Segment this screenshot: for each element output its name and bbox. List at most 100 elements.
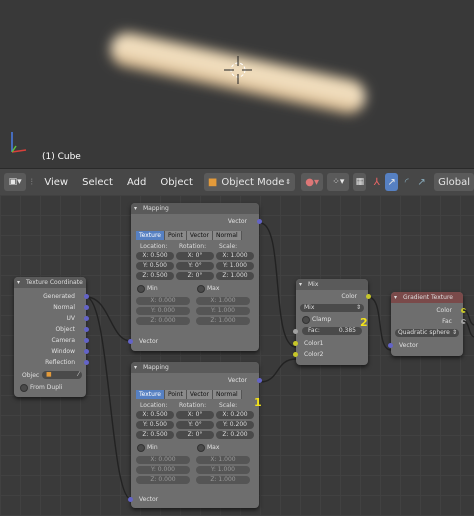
tab-point[interactable]: Point (164, 390, 187, 399)
rotation-x-field[interactable]: X: 0° (176, 252, 214, 260)
mix-node[interactable]: Mix Color Mix ⇕ Clamp Fac: 0.385 Color1 … (293, 279, 371, 365)
normal-output-socket[interactable] (84, 305, 89, 310)
mapping-node-2[interactable]: Mapping Vector Texture Point Vector Norm… (128, 362, 262, 508)
color1-input-socket[interactable] (293, 341, 298, 346)
location-y-field[interactable]: Y: 0.500 (136, 262, 174, 270)
fac-output-socket[interactable] (461, 319, 466, 324)
min-y-field[interactable]: Y: 0.000 (136, 466, 190, 474)
color-output-socket[interactable] (461, 308, 466, 313)
location-header: Location: (140, 402, 168, 409)
min-x-field[interactable]: X: 0.000 (136, 297, 190, 305)
vector-output-socket[interactable] (257, 378, 262, 383)
location-z-field[interactable]: Z: 0.500 (136, 431, 174, 439)
vector-input-socket[interactable] (128, 497, 133, 502)
tab-texture[interactable]: Texture (136, 390, 165, 399)
camera-output-socket[interactable] (84, 338, 89, 343)
manipulator-button[interactable]: ⅄ (370, 173, 383, 191)
scale-x-field[interactable]: X: 1.000 (216, 252, 254, 260)
mode-selector[interactable]: ■ Object Mode ⇕ (203, 173, 296, 191)
min-z-field[interactable]: Z: 0.000 (136, 476, 190, 484)
min-y-field[interactable]: Y: 0.000 (136, 307, 190, 315)
min-checkbox[interactable] (137, 444, 145, 452)
scale-button[interactable]: ↗ (415, 173, 428, 191)
reflection-output-socket[interactable] (84, 360, 89, 365)
mix-node-title[interactable]: Mix (296, 279, 368, 290)
mapping-node-title[interactable]: Mapping (131, 203, 259, 214)
vector-input-socket[interactable] (388, 343, 393, 348)
max-z-field[interactable]: Z: 1.000 (196, 317, 250, 325)
vector-type-tabs: Texture Point Vector Normal (136, 390, 242, 399)
menu-view[interactable]: View (37, 177, 75, 188)
3d-viewport[interactable]: (1) Cube (0, 0, 474, 168)
rotation-z-field[interactable]: Z: 0° (176, 431, 214, 439)
gradient-type-label: Quadratic sphere (398, 329, 450, 336)
max-z-field[interactable]: Z: 1.000 (196, 476, 250, 484)
location-y-field[interactable]: Y: 0.500 (136, 421, 174, 429)
gradient-texture-node[interactable]: Gradient Texture Color Fac Quadratic sph… (388, 292, 466, 356)
texture-coordinate-node[interactable]: Texture Coordinate Generated Normal UV O… (14, 277, 89, 397)
max-checkbox[interactable] (197, 285, 205, 293)
viewport-shading-button[interactable]: ●▾ (301, 173, 324, 191)
tab-normal[interactable]: Normal (213, 231, 242, 240)
eyedropper-icon[interactable]: ⁄ (78, 371, 79, 379)
mapping-node-title[interactable]: Mapping (131, 362, 259, 373)
min-z-field[interactable]: Z: 0.000 (136, 317, 190, 325)
menu-add[interactable]: Add (120, 177, 153, 188)
mapping-node-1[interactable]: Mapping Vector Texture Point Vector Norm… (128, 203, 262, 351)
camera-output-label: Camera (51, 337, 75, 344)
color1-label: Color1 (304, 340, 324, 347)
max-x-field[interactable]: X: 1.000 (196, 297, 250, 305)
color-output-socket[interactable] (366, 294, 371, 299)
vector-output-socket[interactable] (257, 219, 262, 224)
orientation-selector[interactable]: Global (434, 173, 474, 191)
location-x-field[interactable]: X: 0.500 (136, 411, 174, 419)
tab-point[interactable]: Point (164, 231, 187, 240)
tab-vector[interactable]: Vector (186, 390, 213, 399)
rotate-button[interactable]: ◜ (400, 173, 413, 191)
max-y-field[interactable]: Y: 1.000 (196, 466, 250, 474)
from-dupli-checkbox[interactable] (20, 384, 28, 392)
translate-button[interactable]: ↗ (385, 173, 399, 191)
gradient-type-select[interactable]: Quadratic sphere ⇕ (395, 329, 459, 337)
object-output-socket[interactable] (84, 327, 89, 332)
vector-input-socket[interactable] (128, 339, 133, 344)
texcoord-node-title[interactable]: Texture Coordinate (14, 277, 86, 288)
menu-object[interactable]: Object (153, 177, 200, 188)
min-x-field[interactable]: X: 0.000 (136, 456, 190, 464)
window-output-socket[interactable] (84, 349, 89, 354)
rotation-z-field[interactable]: Z: 0° (176, 272, 214, 280)
tab-texture[interactable]: Texture (136, 231, 165, 240)
rotation-header: Rotation: (179, 402, 207, 409)
fac-slider[interactable]: Fac: 0.385 (302, 327, 362, 335)
tab-vector[interactable]: Vector (186, 231, 213, 240)
fac-label: Fac: (308, 327, 320, 334)
location-z-field[interactable]: Z: 0.500 (136, 272, 174, 280)
object-picker-field[interactable]: ■ ⁄ (42, 371, 82, 379)
editor-type-button[interactable]: ▣▾ (4, 173, 27, 191)
scale-z-field[interactable]: Z: 1.000 (216, 272, 254, 280)
rotation-y-field[interactable]: Y: 0° (176, 421, 214, 429)
scale-z-field[interactable]: Z: 0.200 (216, 431, 254, 439)
rotation-x-field[interactable]: X: 0° (176, 411, 214, 419)
menu-select[interactable]: Select (75, 177, 120, 188)
pivot-button[interactable]: ⁘▾ (327, 173, 350, 191)
layers-button[interactable]: ▦ (353, 173, 367, 191)
clamp-checkbox[interactable] (302, 316, 310, 324)
location-x-field[interactable]: X: 0.500 (136, 252, 174, 260)
scale-x-field[interactable]: X: 0.200 (216, 411, 254, 419)
rotation-y-field[interactable]: Y: 0° (176, 262, 214, 270)
min-checkbox[interactable] (137, 285, 145, 293)
generated-output-socket[interactable] (84, 294, 89, 299)
scale-y-field[interactable]: Y: 1.000 (216, 262, 254, 270)
fac-input-socket[interactable] (293, 329, 298, 334)
max-checkbox[interactable] (197, 444, 205, 452)
uv-output-socket[interactable] (84, 316, 89, 321)
node-editor[interactable]: Mapping Vector Texture Point Vector Norm… (0, 195, 474, 516)
max-y-field[interactable]: Y: 1.000 (196, 307, 250, 315)
tab-normal[interactable]: Normal (213, 390, 242, 399)
max-x-field[interactable]: X: 1.000 (196, 456, 250, 464)
color2-input-socket[interactable] (293, 352, 298, 357)
blend-type-select[interactable]: Mix ⇕ (300, 304, 364, 312)
gradient-node-title[interactable]: Gradient Texture (391, 292, 463, 303)
scale-y-field[interactable]: Y: 0.200 (216, 421, 254, 429)
